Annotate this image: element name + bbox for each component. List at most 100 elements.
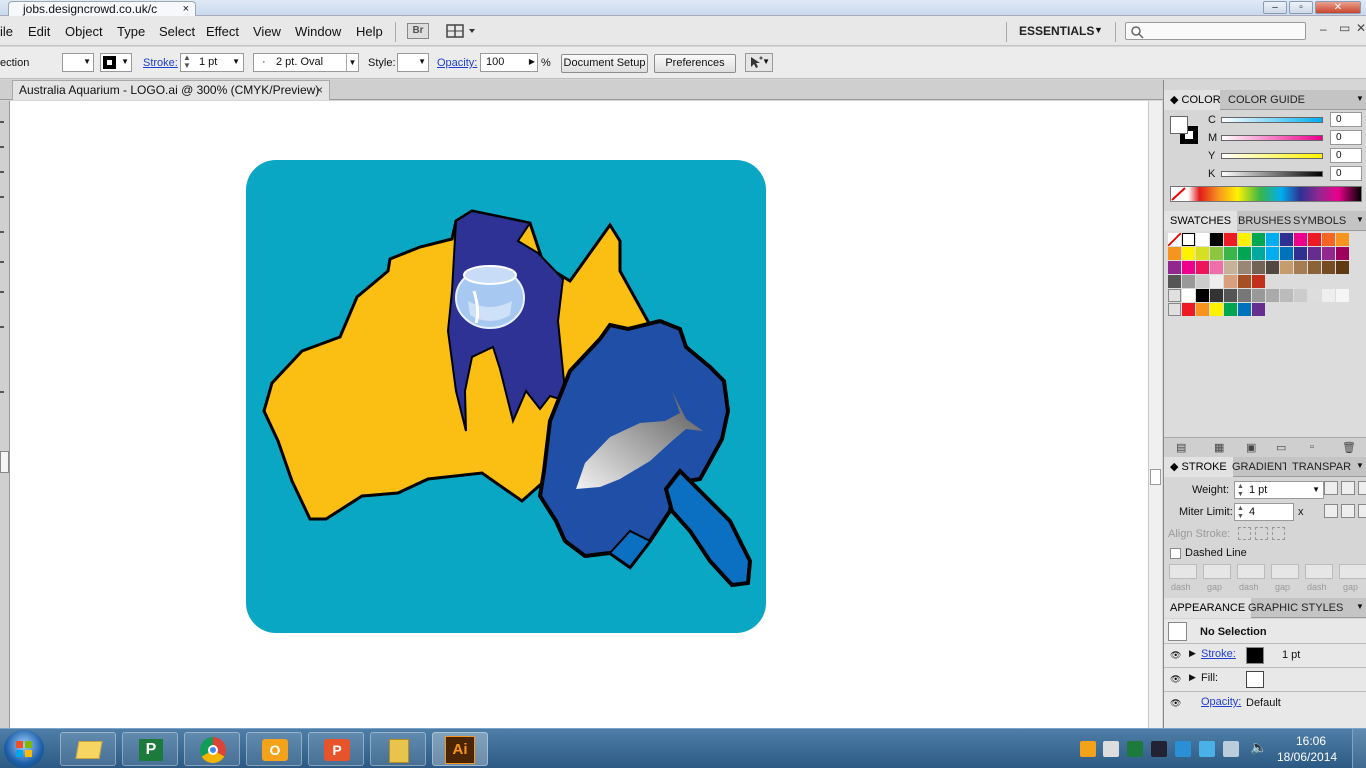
swatch[interactable]	[1322, 233, 1335, 246]
panel-menu-icon[interactable]: ▼	[1356, 94, 1364, 103]
taskbar-illustrator-button[interactable]: Ai	[432, 732, 488, 766]
panel-menu-icon[interactable]: ▼	[1356, 215, 1364, 224]
arrange-documents-button[interactable]	[446, 23, 478, 39]
swatch[interactable]	[1252, 247, 1265, 260]
tray-network-icon[interactable]	[1223, 741, 1239, 757]
eye-icon[interactable]: 👁	[1170, 650, 1181, 661]
swatch[interactable]	[1336, 261, 1349, 274]
swatch[interactable]	[1238, 275, 1251, 288]
swatch[interactable]	[1210, 261, 1223, 274]
swatch[interactable]	[1322, 261, 1335, 274]
bridge-button[interactable]: Br	[407, 23, 429, 39]
swatch[interactable]	[1266, 233, 1279, 246]
swatch[interactable]	[1168, 233, 1181, 246]
swatch[interactable]	[1196, 303, 1209, 316]
menu-effect[interactable]: Effect	[206, 24, 239, 39]
swatch[interactable]	[1252, 261, 1265, 274]
menu-select[interactable]: Select	[159, 24, 195, 39]
swatch[interactable]	[1308, 247, 1321, 260]
browser-tab-close-button[interactable]: ×	[183, 2, 189, 16]
fill-stroke-proxy[interactable]	[1170, 116, 1200, 146]
swatch[interactable]	[1280, 261, 1293, 274]
tray-skype-icon[interactable]	[1175, 741, 1191, 757]
gap-field[interactable]	[1271, 564, 1299, 579]
none-swatch-icon[interactable]	[1171, 187, 1187, 201]
taskbar-outlook-button[interactable]: O	[246, 732, 302, 766]
browser-tab[interactable]: jobs.designcrowd.co.uk/c ×	[8, 1, 196, 16]
vertical-scrollbar[interactable]	[1148, 101, 1162, 728]
corner-buttons[interactable]	[1324, 504, 1366, 522]
stepper-icon[interactable]: ▲ ▼	[1237, 483, 1244, 499]
taskbar-chrome-button[interactable]	[184, 732, 240, 766]
tray-publisher-icon[interactable]	[1127, 741, 1143, 757]
swatches-grid[interactable]	[1164, 231, 1366, 443]
graphic-style-dropdown[interactable]: ▼	[397, 53, 429, 72]
stroke-swatch-dropdown[interactable]: ▼	[100, 53, 132, 72]
tray-notes-icon[interactable]	[1103, 741, 1119, 757]
stepper-icon[interactable]: ▲ ▼	[183, 54, 191, 70]
menu-help[interactable]: Help	[356, 24, 383, 39]
app-minimize-button[interactable]: –	[1320, 22, 1327, 36]
swatch[interactable]	[1294, 233, 1307, 246]
align-stroke-buttons[interactable]	[1238, 527, 1288, 541]
swatch[interactable]	[1336, 247, 1349, 260]
swatch[interactable]	[1224, 261, 1237, 274]
swatch[interactable]	[1238, 261, 1251, 274]
minimize-button[interactable]: –	[1263, 1, 1287, 14]
show-swatch-kinds-icon[interactable]: ▦	[1214, 441, 1224, 454]
select-similar-button[interactable]: ▼	[745, 53, 773, 72]
preferences-button[interactable]: Preferences	[654, 54, 736, 73]
app-close-button[interactable]: ✕	[1356, 21, 1366, 35]
swatch[interactable]	[1224, 289, 1237, 302]
eye-icon[interactable]: 👁	[1170, 674, 1181, 685]
australia-aquarium-logo[interactable]	[10, 101, 1148, 728]
swatch[interactable]	[1210, 289, 1223, 302]
gap-field[interactable]	[1339, 564, 1366, 579]
swatch[interactable]	[1196, 247, 1209, 260]
tab-stroke[interactable]: ◆ STROKE	[1164, 457, 1233, 477]
swatch[interactable]	[1294, 261, 1307, 274]
swatch[interactable]	[1196, 261, 1209, 274]
tab-transparency[interactable]: TRANSPAR	[1286, 457, 1352, 477]
swatch[interactable]	[1266, 247, 1279, 260]
swatch[interactable]	[1210, 247, 1223, 260]
swatch[interactable]	[1224, 275, 1237, 288]
cyan-slider[interactable]	[1221, 117, 1323, 123]
tray-display-icon[interactable]	[1151, 741, 1167, 757]
show-desktop-button[interactable]	[1352, 729, 1366, 768]
scrollbar-thumb[interactable]	[1150, 469, 1161, 485]
tray-sync-icon[interactable]	[1199, 741, 1215, 757]
clock-date[interactable]: 18/06/2014	[1277, 750, 1337, 764]
swatch[interactable]	[1336, 289, 1349, 302]
gap-field[interactable]	[1203, 564, 1231, 579]
swatch[interactable]	[1168, 275, 1181, 288]
swatch[interactable]	[1294, 289, 1307, 302]
dash-field[interactable]	[1169, 564, 1197, 579]
magenta-value-field[interactable]: 0	[1330, 130, 1362, 145]
swatch[interactable]	[1336, 233, 1349, 246]
swatch[interactable]	[1224, 233, 1237, 246]
menu-window[interactable]: Window	[295, 24, 341, 39]
magenta-slider[interactable]	[1221, 135, 1323, 141]
swatch[interactable]	[1182, 247, 1195, 260]
swatch[interactable]	[1266, 289, 1279, 302]
swatch[interactable]	[1308, 233, 1321, 246]
maximize-button[interactable]: ▫	[1289, 1, 1313, 14]
menu-view[interactable]: View	[253, 24, 281, 39]
new-swatch-icon[interactable]: ▫	[1310, 441, 1314, 453]
opacity-row-link[interactable]: Opacity:	[1201, 696, 1241, 708]
swatch[interactable]	[1238, 303, 1251, 316]
swatch[interactable]	[1224, 247, 1237, 260]
close-window-button[interactable]: ✕	[1315, 1, 1361, 14]
help-search-input[interactable]	[1125, 22, 1306, 40]
swatch[interactable]	[1308, 289, 1321, 302]
stroke-link[interactable]: Stroke:	[143, 57, 178, 69]
swatch[interactable]	[1280, 247, 1293, 260]
swatch[interactable]	[1280, 233, 1293, 246]
opacity-field[interactable]: 100 ▶	[480, 53, 538, 72]
document-setup-button[interactable]: Document Setup	[561, 54, 648, 73]
panel-menu-icon[interactable]: ▼	[1356, 461, 1364, 470]
swatch[interactable]	[1308, 261, 1321, 274]
tab-swatches[interactable]: SWATCHES	[1164, 211, 1238, 231]
swatch[interactable]	[1252, 289, 1265, 302]
